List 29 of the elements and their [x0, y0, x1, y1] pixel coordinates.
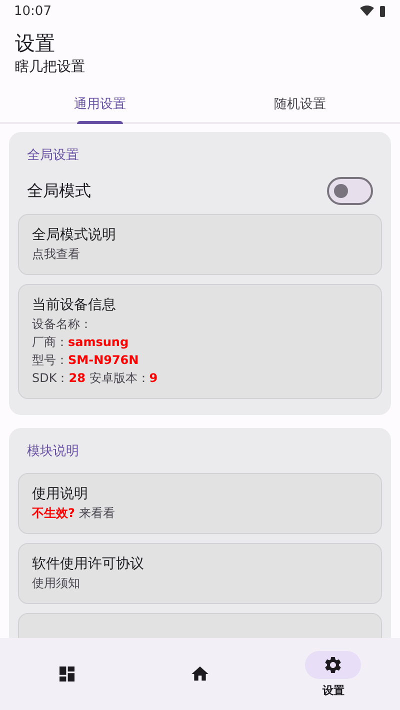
section-title: 模块说明	[26, 443, 80, 461]
tab[interactable]: 通用设置	[0, 86, 200, 122]
page-title: 设置	[15, 30, 56, 56]
dashboard-icon	[56, 664, 77, 684]
settings-icon	[323, 654, 344, 674]
item-text: 点我查看	[32, 246, 81, 263]
item-title: 当前设备信息	[32, 296, 117, 315]
item-text: 厂商：samsung	[32, 334, 130, 351]
tab[interactable]: 随机设置	[200, 86, 400, 122]
list-item-card[interactable]: 使用说明 不生效? 来看看	[18, 473, 382, 534]
item-text: 使用须知	[32, 575, 81, 592]
nav-button[interactable]	[305, 650, 362, 678]
item-title: 全局模式说明	[32, 226, 117, 245]
item-text: 设备名称：	[32, 316, 93, 333]
status-time: 10:07	[14, 4, 52, 18]
list-item-card[interactable]: 全局模式说明 点我查看	[18, 214, 382, 275]
item-text: 型号：SM-N976N	[32, 352, 140, 369]
item-text: SDK：28 安卓版本：9	[32, 370, 159, 387]
item-title: 软件使用许可协议	[32, 555, 145, 574]
section-title: 全局设置	[26, 147, 80, 165]
switch-label: 全局模式	[27, 180, 91, 202]
item-title: 使用说明	[32, 485, 89, 504]
status-icons	[360, 5, 386, 17]
list-item-card[interactable]: 软件使用许可协议 使用须知	[18, 543, 382, 604]
toggle-switch[interactable]	[327, 177, 373, 205]
list-item-card[interactable]: 当前设备信息 设备名称： 厂商：samsung 型号：SM-N976N SDK：28 安卓版本：9	[18, 284, 382, 399]
item-text: 不生效? 来看看	[32, 505, 116, 522]
nav-label: 设置	[322, 682, 344, 698]
page-subtitle: 瞎几把设置	[15, 58, 86, 76]
